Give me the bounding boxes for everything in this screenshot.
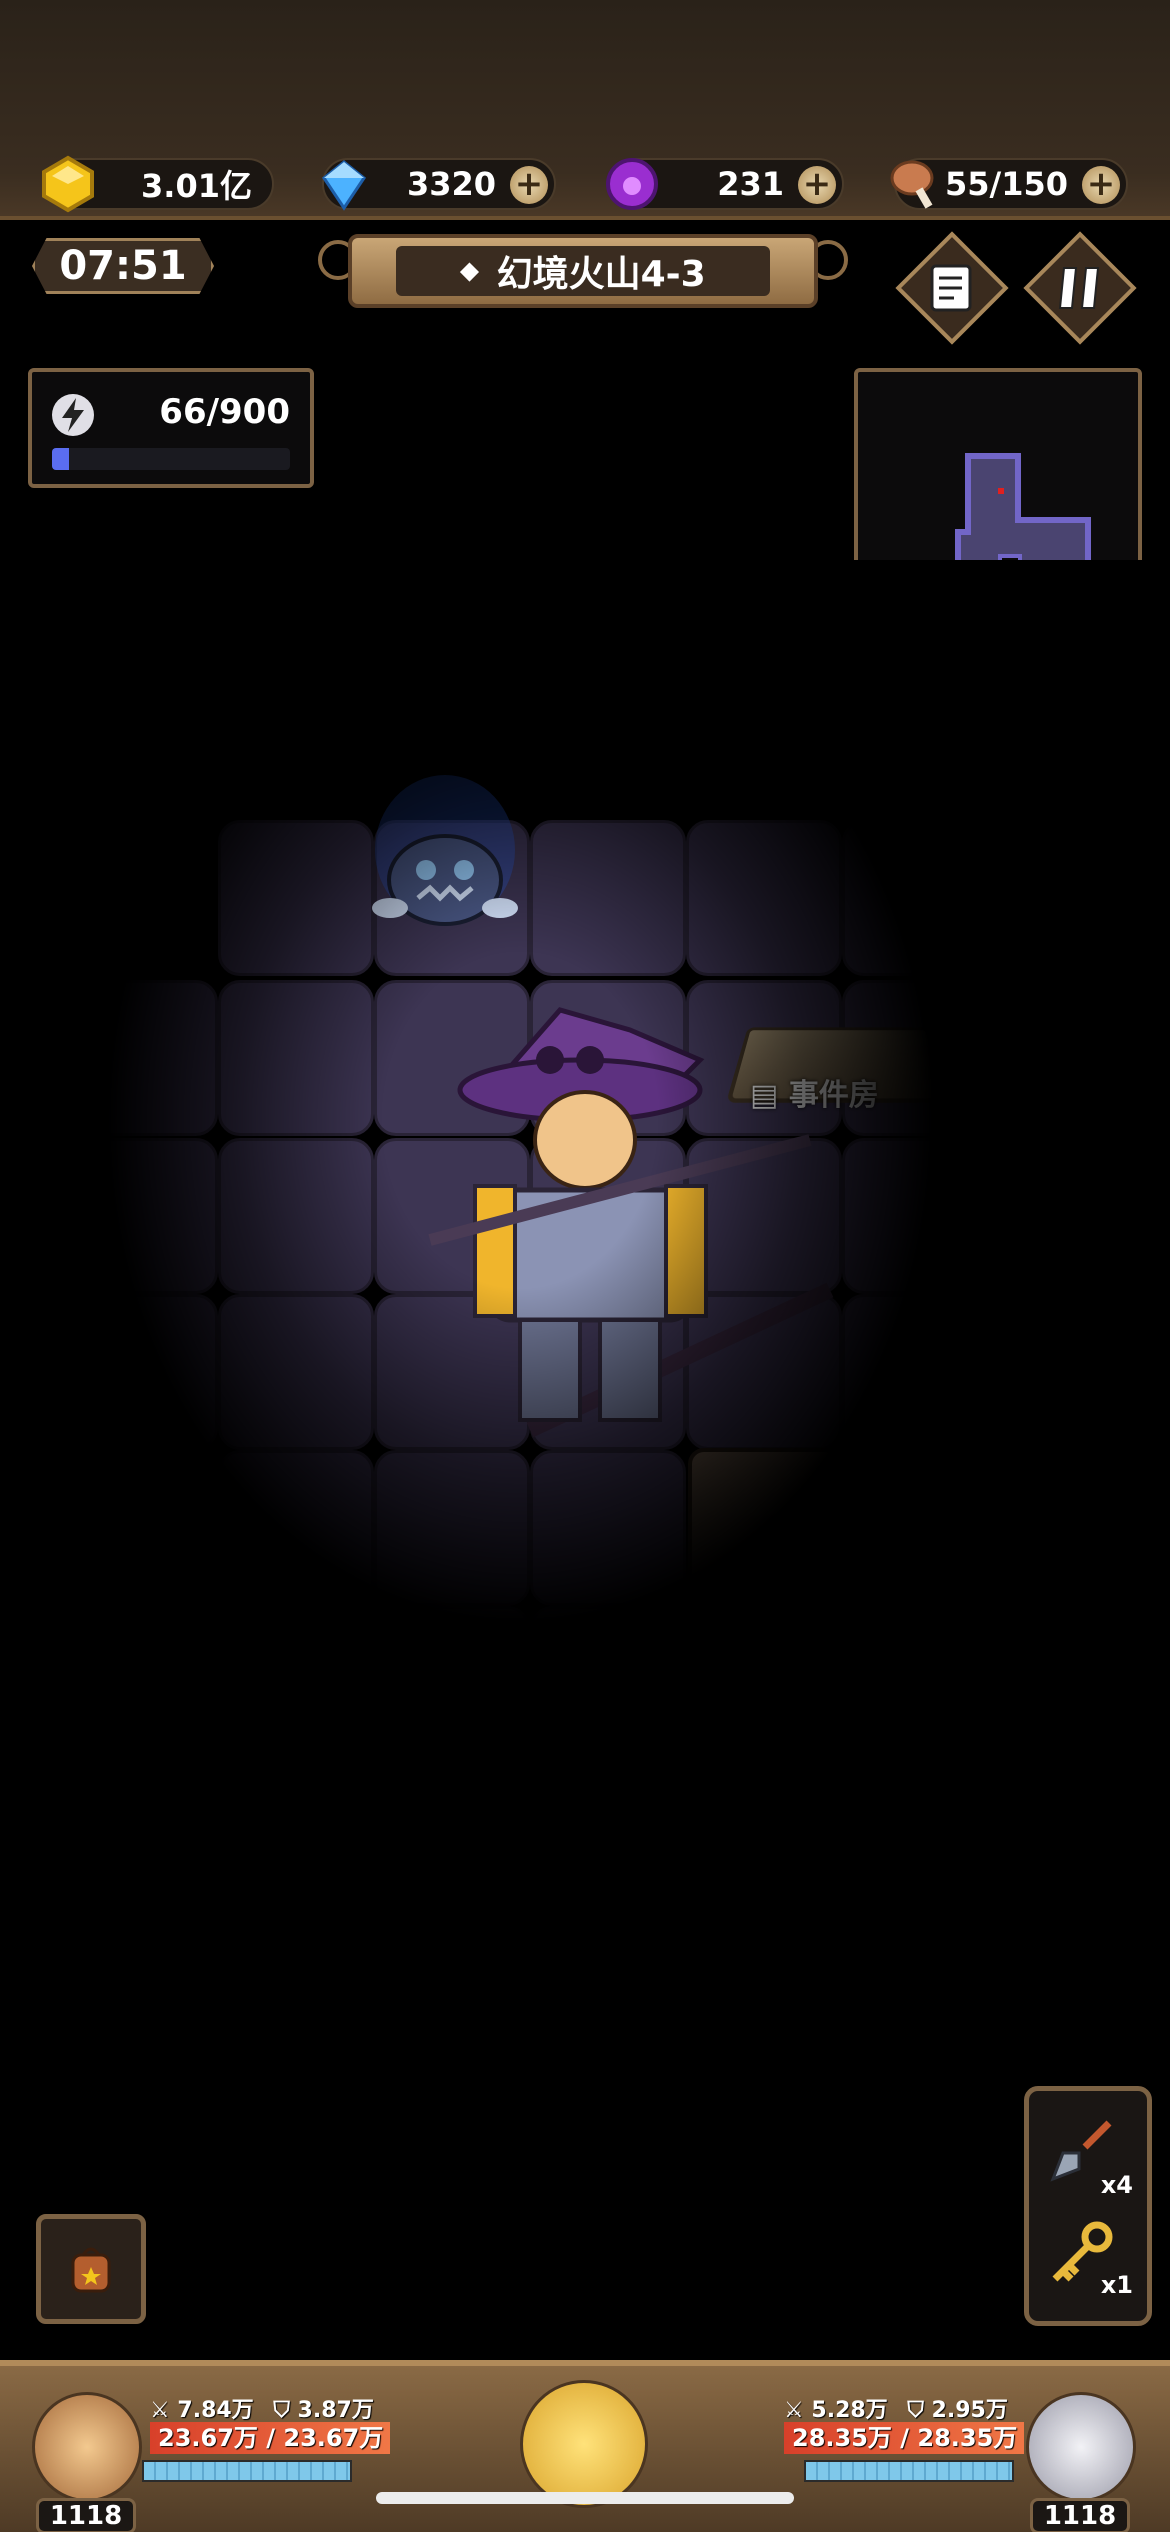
left-hero-stats: ⚔ 7.84万 ⛉ 3.87万 [150, 2392, 374, 2424]
floor-tile[interactable] [218, 1450, 374, 1606]
floor-tile[interactable] [686, 820, 842, 976]
chevron-icon: ⬥ [460, 255, 479, 286]
home-indicator[interactable] [376, 2492, 794, 2504]
pause-button[interactable] [1023, 231, 1137, 345]
party-panel: 1118 ⚔ 7.84万 ⛉ 3.87万 23.67万 / 23.67万 ⚔ 5… [0, 2360, 1170, 2532]
backpack-icon [71, 2247, 111, 2293]
notepad-icon [930, 264, 972, 312]
left-hero-defense: 3.87万 [297, 2398, 374, 2423]
stage-name: 幻境火山4-3 [496, 254, 706, 295]
right-hero-portrait[interactable] [1026, 2392, 1136, 2502]
quest-log-button[interactable] [895, 231, 1009, 345]
right-hero-defense: 2.95万 [931, 2398, 1008, 2423]
left-hero-portrait[interactable] [32, 2392, 142, 2502]
ally-location-marker[interactable] [1000, 1046, 1116, 1162]
floor-tile[interactable] [62, 1294, 218, 1450]
floor-tile[interactable] [218, 980, 374, 1136]
rock-block[interactable] [688, 1604, 840, 1756]
right-hero-attack: 5.28万 [811, 2398, 888, 2423]
rock-block[interactable] [688, 1760, 840, 1912]
sword-icon: ⚔ [784, 2398, 804, 2423]
tools-panel: x4 x1 [1024, 2086, 1152, 2326]
left-hero-card[interactable]: 1118 ⚔ 7.84万 ⛉ 3.87万 23.67万 / 23.67万 [28, 2388, 458, 2532]
gold-counter: 3.01亿 [42, 155, 274, 213]
top-bar: 3.01亿 3320 + 231 + 55/150 + [0, 0, 1170, 220]
floor-tile[interactable] [530, 1606, 686, 1762]
floor-tile[interactable] [62, 1450, 218, 1606]
inventory-bag-button[interactable] [36, 2214, 146, 2324]
leader-portrait[interactable] [520, 2380, 648, 2508]
lightning-icon [52, 394, 94, 436]
right-hero-card[interactable]: ⚔ 5.28万 ⛉ 2.95万 28.35万 / 28.35万 1118 [712, 2388, 1142, 2532]
right-hero-hp: 28.35万 / 28.35万 [784, 2422, 1024, 2454]
player-hero[interactable] [410, 990, 850, 1450]
floor-tile[interactable] [374, 1606, 530, 1762]
right-hero-level: 1118 [1030, 2498, 1130, 2532]
floor-tile[interactable] [218, 1294, 374, 1450]
floor-tile[interactable] [530, 1450, 686, 1606]
floor-tile[interactable] [218, 1606, 374, 1762]
floor-tile[interactable] [218, 820, 374, 976]
sword-icon: ⚔ [150, 2398, 170, 2423]
diamond-counter: 3320 + [321, 158, 556, 211]
left-hero-level: 1118 [36, 2498, 136, 2532]
ghost-enemy[interactable] [360, 770, 530, 950]
left-hero-hp: 23.67万 / 23.67万 [150, 2422, 390, 2454]
energy-value: 66/900 [159, 392, 290, 432]
pause-icon [1058, 267, 1100, 309]
rock-block[interactable] [844, 1448, 996, 1600]
shield-icon: ⛉ [273, 2398, 290, 2423]
gold-icon [42, 155, 94, 213]
marker-arrow-icon [1040, 1176, 1076, 1202]
soul-orb-icon [606, 158, 658, 210]
meat-counter: 55/150 + [890, 158, 1128, 210]
meat-icon [890, 160, 934, 209]
floor-tile[interactable] [218, 1138, 374, 1294]
shovel-count: x4 [1100, 2171, 1133, 2199]
shield-icon: ⛉ [907, 2398, 924, 2423]
floor-tile[interactable] [842, 820, 998, 976]
floor-tile[interactable] [62, 1138, 218, 1294]
floor-tile[interactable] [374, 1450, 530, 1606]
floor-tile[interactable] [530, 820, 686, 976]
minimap-rooms [955, 453, 1091, 625]
diamond-icon [321, 160, 367, 211]
add-soul-orb-button[interactable]: + [798, 166, 836, 204]
minimap[interactable]: 探索度: 82% [854, 368, 1142, 698]
left-hero-energy-bar [142, 2460, 352, 2482]
energy-bar [52, 448, 290, 470]
add-meat-button[interactable]: + [1082, 166, 1120, 204]
stage-title-plate: ⬥ 幻境火山4-3 [318, 228, 848, 314]
add-diamond-button[interactable]: + [510, 166, 548, 204]
left-hero-attack: 7.84万 [177, 2398, 254, 2423]
floor-tile[interactable] [530, 1762, 686, 1918]
energy-bar-fill [52, 448, 70, 470]
energy-panel: 66/900 [28, 368, 314, 488]
floor-tile[interactable] [62, 980, 218, 1136]
right-hero-energy-bar [804, 2460, 1014, 2482]
rock-block[interactable] [688, 1448, 840, 1600]
right-hero-stats: ⚔ 5.28万 ⛉ 2.95万 [784, 2392, 1008, 2424]
floor-tile[interactable] [842, 1294, 998, 1450]
stage-timer: 07:51 [32, 238, 214, 294]
floor-tile[interactable] [842, 1138, 998, 1294]
key-count: x1 [1100, 2271, 1133, 2299]
soul-orb-counter: 231 + [606, 158, 844, 210]
floor-tile[interactable] [374, 1762, 530, 1918]
rock-block[interactable] [1000, 1448, 1152, 1600]
ally-portrait-icon [1016, 1062, 1100, 1146]
